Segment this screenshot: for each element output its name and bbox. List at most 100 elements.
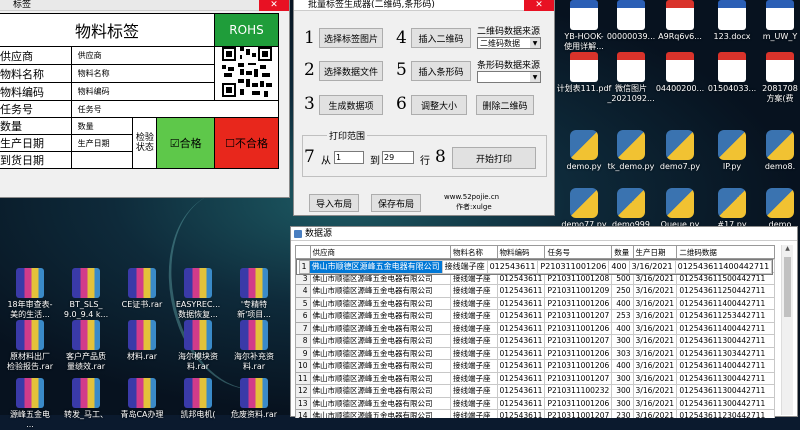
table-cell[interactable]: 接线端子座 [449,371,498,385]
table-cell[interactable]: 300 [611,334,634,348]
row-number[interactable]: 1 [298,260,310,274]
desktop-icon[interactable]: 凯邦电机( [170,378,226,420]
table-cell[interactable]: 400 [608,260,630,274]
table-cell[interactable]: 012543611400442711 [676,321,775,335]
column-header[interactable]: 供应商 [309,245,451,259]
row-number[interactable]: 12 [295,384,311,398]
desktop-icon[interactable]: 危废资料.rar [226,378,282,420]
table-cell[interactable]: 3/16/2021 [632,309,678,323]
table-cell[interactable]: 佛山市顺德区源峰五金电器有限公司 [309,346,451,360]
column-header[interactable]: 物料编码 [496,245,546,259]
table-cell[interactable]: 佛山市顺德区源峰五金电器有限公司 [309,309,451,323]
table-row[interactable]: 1 佛山市顺德区源峰五金电器有限公司 接线端子座 012543611 P21031100… [295,259,774,275]
vertical-scrollbar[interactable]: ▲ [781,245,793,415]
table-cell[interactable]: 400 [611,321,634,335]
table-cell[interactable]: P210311001206 [544,296,613,310]
table-cell[interactable]: 012543611253442711 [676,309,775,323]
table-cell[interactable]: 接线端子座 [449,346,498,360]
table-cell[interactable]: 3/16/2021 [632,334,678,348]
table-cell[interactable]: 接线端子座 [449,334,498,348]
generator-window-titlebar[interactable]: 批量标签生成器(二维码,条形码) ✕ [294,0,554,11]
table-cell[interactable]: 012543611300442711 [676,334,775,348]
table-cell[interactable]: 012543611 [496,346,546,360]
table-cell[interactable]: 012543611400442711 [676,296,775,310]
desktop-icon[interactable]: 00000039... [603,0,659,42]
table-cell[interactable]: 300 [611,384,634,398]
close-button[interactable]: ✕ [259,0,289,11]
save-layout-button[interactable]: 保存布局 [371,194,421,212]
import-layout-button[interactable]: 导入布局 [309,194,359,212]
row-number[interactable]: 5 [295,296,311,310]
table-cell[interactable]: 佛山市顺德区源峰五金电器有限公司 [309,284,451,298]
table-row[interactable]: 7 佛山市顺德区源峰五金电器有限公司 接线端子座 012543611 P21031100… [295,321,775,335]
to-input[interactable]: 29 [382,151,414,164]
start-print-button[interactable]: 开始打印 [452,147,536,169]
table-cell[interactable]: 3/16/2021 [632,321,678,335]
desktop-icon[interactable]: demo [752,188,800,230]
row-number[interactable]: 11 [295,371,311,385]
table-cell[interactable]: 接线端子座 [449,409,498,418]
column-header[interactable]: 数量 [611,245,634,259]
desktop-icon[interactable]: '专精特 新'项目... [226,268,282,320]
table-cell[interactable]: 012543611303442711 [676,346,775,360]
table-cell[interactable]: 012543611250442711 [676,284,775,298]
table-cell[interactable]: 佛山市顺德区源峰五金电器有限公司 [309,334,451,348]
label-window-titlebar[interactable]: 标签 ✕ [0,0,289,11]
table-cell[interactable]: 012543611230442711 [676,409,775,418]
from-input[interactable]: 1 [334,151,364,164]
data-grid[interactable]: 供应商 物料名称 物料编码 任务号 数量 生产日期 二维码数据 1 佛山市顺德区源… [295,245,775,418]
table-cell[interactable]: 250 [611,284,634,298]
table-cell[interactable]: 012543611 [496,384,546,398]
table-cell[interactable]: 400 [611,359,634,373]
table-row[interactable]: 13 佛山市顺德区源峰五金电器有限公司 接线端子座 012543611 P2103110… [295,396,775,410]
desktop-icon[interactable]: 客户产品质 量绩效.rar [58,320,114,372]
table-cell[interactable]: 300 [611,396,634,410]
table-cell[interactable]: 012543611 [496,371,546,385]
datasource-window-titlebar[interactable]: 数据源 [291,227,797,241]
table-cell[interactable]: 012543611 [496,309,546,323]
table-cell[interactable]: 接线端子座 [449,284,498,298]
table-row[interactable]: 14 佛山市顺德区源峰五金电器有限公司 接线端子座 012543611 P2103110… [295,409,775,418]
table-cell[interactable]: 接线端子座 [449,384,498,398]
table-cell[interactable]: 012543611 [496,359,546,373]
table-cell[interactable]: 012543611 [496,321,546,335]
table-cell[interactable]: 佛山市顺德区源峰五金电器有限公司 [309,296,451,310]
table-cell[interactable]: 400 [611,296,634,310]
table-cell[interactable]: 012543611 [496,396,546,410]
table-cell[interactable]: 接线端子座 [441,260,488,274]
row-number[interactable]: 8 [295,334,311,348]
desktop-icon[interactable]: demo8. [752,130,800,172]
scrollbar-thumb[interactable] [784,257,791,317]
table-cell[interactable]: 佛山市顺德区源峰五金电器有限公司 [309,321,451,335]
row-number[interactable]: 9 [295,346,311,360]
table-cell[interactable]: 3/16/2021 [632,296,678,310]
table-cell[interactable]: 012543611400442711 [674,260,773,274]
table-cell[interactable]: 012543611300442711 [676,384,775,398]
table-cell[interactable]: 230 [611,409,634,418]
table-cell[interactable]: 253 [611,309,634,323]
table-cell[interactable]: 012543611 [486,260,539,274]
qr-source-select[interactable]: 二维码数据 ▼ [477,37,541,49]
table-cell[interactable]: 300 [611,371,634,385]
row-number[interactable]: 14 [295,409,311,418]
row-number[interactable]: 6 [295,309,311,323]
desktop-icon[interactable]: 源峰五金电 ... [2,378,58,430]
table-row[interactable]: 11 佛山市顺德区源峰五金电器有限公司 接线端子座 012543611 P2103110… [295,371,775,385]
table-cell[interactable]: P210311001209 [544,284,613,298]
desktop-icon[interactable]: BT_SLS_ 9.0_9.4 k... [58,268,114,320]
table-row[interactable]: 10 佛山市顺德区源峰五金电器有限公司 接线端子座 012543611 P2103110… [295,359,775,373]
desktop-icon[interactable]: A9Rq6v6... [652,0,708,42]
row-number[interactable]: 7 [295,321,311,335]
table-cell[interactable]: P210311001207 [544,371,613,385]
table-cell[interactable]: 012543611 [496,334,546,348]
table-cell[interactable]: P210311001207 [544,309,613,323]
table-cell[interactable]: 3/16/2021 [632,284,678,298]
table-cell[interactable]: 3/16/2021 [632,359,678,373]
table-row[interactable]: 4 佛山市顺德区源峰五金电器有限公司 接线端子座 012543611 P21031100… [295,284,775,298]
table-row[interactable]: 6 佛山市顺德区源峰五金电器有限公司 接线端子座 012543611 P21031100… [295,309,775,323]
table-cell[interactable]: P210311100232 [544,384,613,398]
desktop-icon[interactable]: demo7.py [652,130,708,172]
table-row[interactable]: 8 佛山市顺德区源峰五金电器有限公司 接线端子座 012543611 P21031100… [295,334,775,348]
select-data-file-button[interactable]: 选择数据文件 [319,61,383,81]
table-cell[interactable]: P210311001207 [544,409,613,418]
